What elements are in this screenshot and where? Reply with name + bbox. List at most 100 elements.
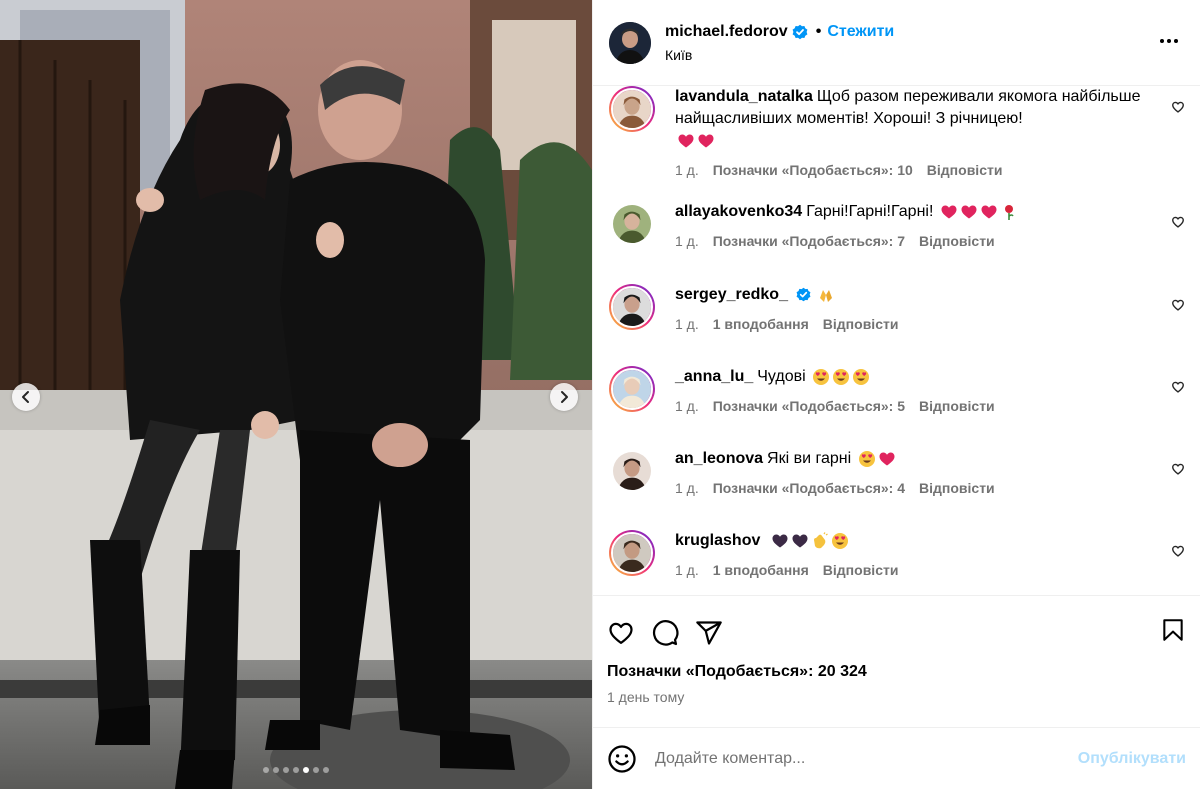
comment-like-count[interactable]: 1 вподобання — [713, 316, 809, 332]
comment-time[interactable]: 1 д. — [675, 398, 699, 414]
post-actions-bar — [593, 595, 1200, 669]
more-options-button[interactable] — [1158, 30, 1180, 57]
commenter-avatar-image — [613, 205, 651, 243]
like-button[interactable] — [607, 619, 635, 647]
comment-item: kruglashov 1 д. 1 вподобання Відповісти — [593, 530, 1199, 578]
header-separator: • — [815, 22, 822, 40]
paper-plane-icon — [696, 620, 722, 645]
commenter-avatar[interactable] — [609, 448, 655, 494]
comment-like-button[interactable] — [1171, 544, 1185, 563]
commenter-username[interactable]: an_leonova — [675, 450, 763, 467]
post-side-panel: michael.fedorov • Стежити Київ lavandula… — [592, 0, 1200, 789]
carousel-dot — [323, 767, 329, 773]
commenter-avatar[interactable] — [609, 201, 655, 247]
comment-like-button[interactable] — [1171, 298, 1185, 317]
comment-button[interactable] — [651, 619, 679, 647]
comment-item: an_leonova Які ви гарні 1 д. Позначки «Под… — [593, 448, 1199, 496]
follow-button[interactable]: Стежити — [827, 23, 894, 41]
heart-outline-icon — [1172, 545, 1184, 557]
save-button[interactable] — [1160, 616, 1186, 649]
comment-body: Чудові — [757, 368, 806, 385]
heart-eyes-emoji-icon — [831, 532, 848, 549]
comment-item: allayakovenko34 Гарні!Гарні!Гарні! 1 д. По… — [593, 201, 1199, 249]
emoji-smile-icon — [608, 744, 636, 773]
comment-time[interactable]: 1 д. — [675, 562, 699, 578]
comment-like-button[interactable] — [1171, 462, 1185, 481]
publish-button[interactable]: Опублікувати — [1078, 750, 1186, 768]
comment-time[interactable]: 1 д. — [675, 162, 699, 178]
carousel-dot — [293, 767, 299, 773]
comments-list[interactable]: lavandula_natalka Щоб разом переживали як… — [593, 86, 1200, 595]
commenter-username[interactable]: allayakovenko34 — [675, 203, 802, 220]
carousel-dot — [313, 767, 319, 773]
comment-item: sergey_redko_ 1 д. 1 вподобання Відповісти — [593, 284, 1199, 332]
comment-meta: 1 д. Позначки «Подобається»: 4 Відповісти — [675, 480, 1155, 496]
emoji-picker-button[interactable] — [607, 744, 637, 774]
rose-emoji-icon — [1004, 204, 1014, 220]
comment-reply-button[interactable]: Відповісти — [919, 233, 995, 249]
author-avatar-image — [609, 21, 651, 64]
commenter-avatar-image — [613, 370, 651, 408]
carousel-dot — [283, 767, 289, 773]
comment-item: lavandula_natalka Щоб разом переживали як… — [593, 86, 1199, 178]
heart-outline-icon — [1172, 216, 1184, 228]
comment-reply-button[interactable]: Відповісти — [823, 316, 899, 332]
comment-reply-button[interactable]: Відповісти — [927, 162, 1003, 178]
comment-reply-button[interactable]: Відповісти — [823, 562, 899, 578]
comment-time[interactable]: 1 д. — [675, 480, 699, 496]
comment-text: kruglashov — [675, 530, 1155, 552]
author-username[interactable]: michael.fedorov — [665, 23, 788, 41]
commenter-username[interactable]: sergey_redko_ — [675, 286, 788, 303]
comment-meta: 1 д. Позначки «Подобається»: 7 Відповісти — [675, 233, 1155, 249]
comment-like-button[interactable] — [1171, 100, 1185, 119]
comment-composer: Опублікувати — [593, 727, 1200, 789]
comment-meta: 1 д. Позначки «Подобається»: 10 Відповісти — [675, 162, 1155, 178]
comment-text: allayakovenko34 Гарні!Гарні!Гарні! — [675, 201, 1155, 223]
comment-like-button[interactable] — [1171, 380, 1185, 399]
comment-meta: 1 д. 1 вподобання Відповісти — [675, 316, 1155, 332]
clap-emoji-icon — [813, 531, 828, 549]
comment-bubble-icon — [652, 619, 679, 646]
comment-like-count[interactable]: Позначки «Подобається»: 4 — [713, 480, 905, 496]
commenter-avatar[interactable] — [609, 366, 655, 412]
comment-time[interactable]: 1 д. — [675, 316, 699, 332]
heart-outline-icon — [1172, 101, 1184, 113]
post-date[interactable]: 1 день тому — [593, 689, 1200, 705]
share-button[interactable] — [695, 619, 723, 647]
heart-eyes-emoji-icon — [853, 368, 870, 385]
pray-emoji-icon — [820, 289, 833, 302]
heart-outline-icon — [1172, 299, 1184, 311]
comment-like-count[interactable]: Позначки «Подобається»: 10 — [713, 162, 913, 178]
commenter-avatar-image — [613, 534, 651, 572]
carousel-dot — [273, 767, 279, 773]
comment-meta: 1 д. 1 вподобання Відповісти — [675, 562, 1155, 578]
post-header: michael.fedorov • Стежити Київ — [593, 0, 1200, 86]
chevron-right-icon — [561, 391, 568, 403]
black-heart-emoji-icon — [792, 534, 808, 548]
verified-badge-icon — [792, 24, 808, 39]
comment-input[interactable] — [655, 749, 1078, 768]
carousel-next-button[interactable] — [550, 383, 578, 411]
comment-like-button[interactable] — [1171, 215, 1185, 234]
commenter-avatar[interactable] — [609, 530, 655, 576]
heart-emoji-icon — [698, 134, 714, 148]
comment-like-count[interactable]: 1 вподобання — [713, 562, 809, 578]
comment-like-count[interactable]: Позначки «Подобається»: 5 — [713, 398, 905, 414]
post-location[interactable]: Київ — [665, 47, 894, 63]
commenter-avatar-image — [613, 90, 651, 128]
commenter-avatar[interactable] — [609, 284, 655, 330]
comment-reply-button[interactable]: Відповісти — [919, 398, 995, 414]
comment-body: Які ви гарні — [767, 450, 852, 467]
comment-like-count[interactable]: Позначки «Подобається»: 7 — [713, 233, 905, 249]
heart-outline-icon — [609, 622, 633, 644]
commenter-username[interactable]: lavandula_natalka — [675, 88, 813, 105]
comment-time[interactable]: 1 д. — [675, 233, 699, 249]
author-avatar[interactable] — [609, 21, 651, 64]
heart-emoji-icon — [961, 205, 977, 219]
post-photo-carousel[interactable] — [0, 0, 592, 789]
commenter-avatar[interactable] — [609, 86, 655, 132]
carousel-prev-button[interactable] — [12, 383, 40, 411]
comment-reply-button[interactable]: Відповісти — [919, 480, 995, 496]
commenter-username[interactable]: kruglashov — [675, 532, 760, 549]
commenter-username[interactable]: _anna_lu_ — [675, 368, 753, 385]
